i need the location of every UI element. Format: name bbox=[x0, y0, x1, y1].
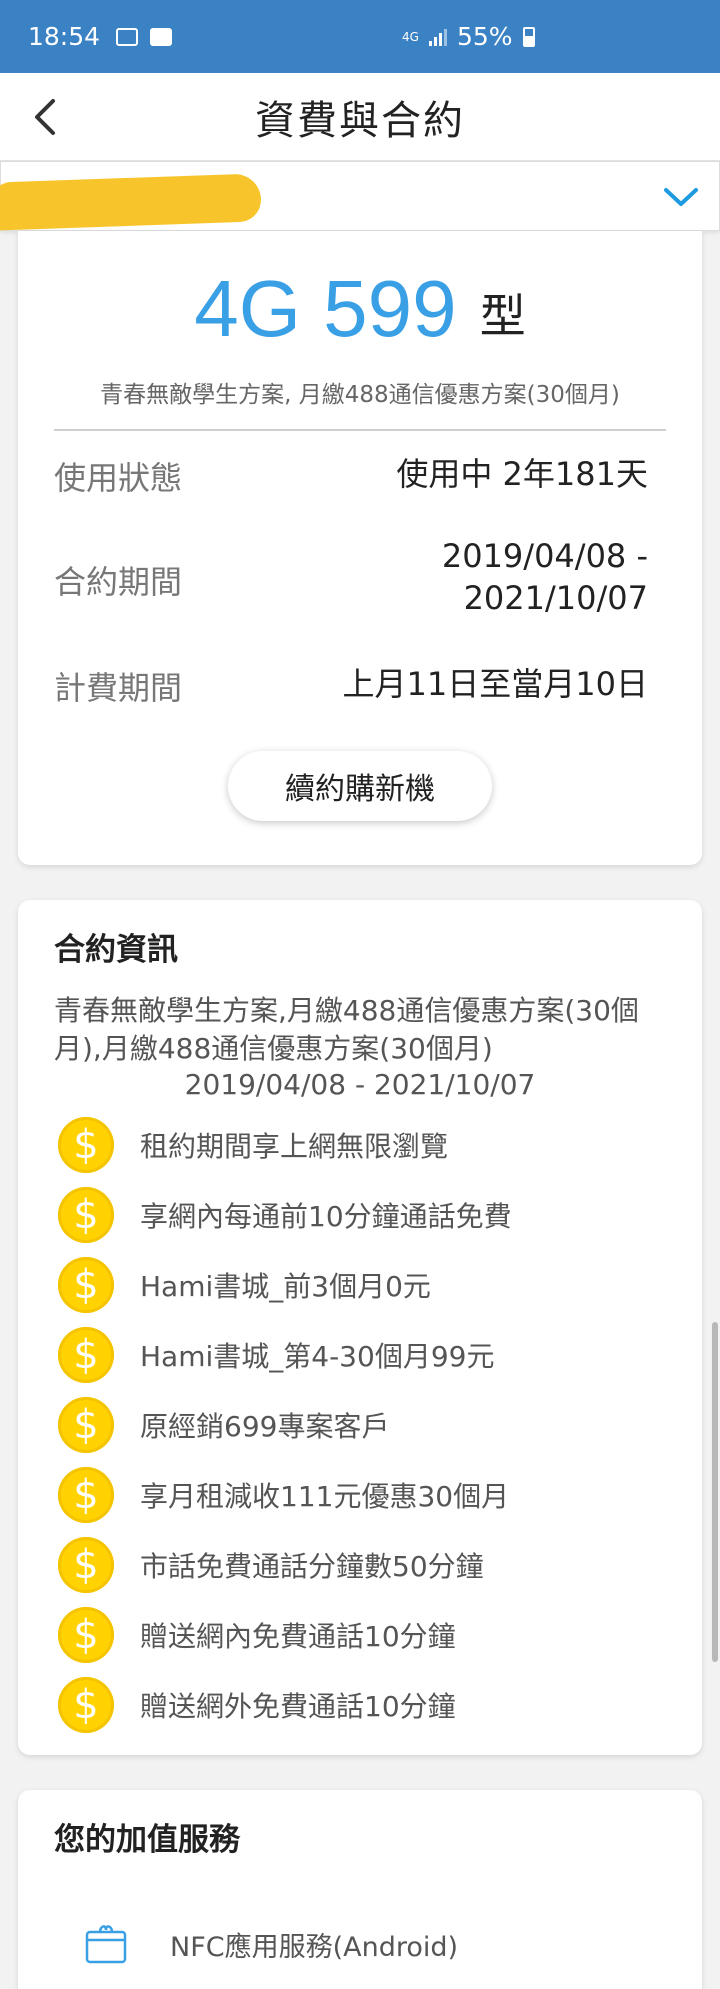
dollar-coin-icon: $ bbox=[58, 1117, 114, 1173]
app-header: 資費與合約 bbox=[0, 73, 720, 161]
benefit-text: 贈送網內免費通話10分鐘 bbox=[140, 1620, 456, 1653]
benefit-text: 市話免費通話分鐘數50分鐘 bbox=[140, 1550, 484, 1583]
benefit-text: 租約期間享上網無限瀏覽 bbox=[140, 1130, 449, 1163]
plan-description: 青春無敵學生方案, 月繳488通信優惠方案(30個月) bbox=[100, 382, 620, 408]
chat-icon bbox=[150, 27, 173, 46]
nfc-card-icon bbox=[85, 1925, 127, 1964]
benefit-item: $ 贈送網外免費通話10分鐘 bbox=[58, 1677, 456, 1733]
value-added-card: 您的加值服務 NFC應用服務(Android) bbox=[18, 1790, 702, 1989]
status-time: 18:54 bbox=[28, 22, 101, 51]
redacted-account-number bbox=[0, 173, 262, 231]
billing-period-value: 上月11日至當月10日 bbox=[342, 665, 648, 703]
benefit-item: $ Hami書城_第4-30個月99元 bbox=[58, 1327, 494, 1383]
divider bbox=[54, 429, 666, 431]
billing-period-label: 計費期間 bbox=[54, 669, 183, 707]
benefit-item: $ 租約期間享上網無限瀏覽 bbox=[58, 1117, 448, 1173]
status-right: 4G 55% bbox=[402, 22, 535, 51]
service-item-label: NFC應用服務(Android) bbox=[170, 1931, 459, 1963]
contract-title: 合約資訊 bbox=[54, 932, 178, 968]
battery-icon bbox=[522, 26, 535, 47]
benefit-text: 享月租減收111元優惠30個月 bbox=[140, 1480, 510, 1513]
benefit-text: 贈送網外免費通話10分鐘 bbox=[140, 1690, 456, 1723]
contract-card: 合約資訊 青春無敵學生方案,月繳488通信優惠方案(30個月),月繳488通信優… bbox=[18, 900, 702, 1755]
benefit-item: $ Hami書城_前3個月0元 bbox=[58, 1257, 431, 1313]
dollar-coin-icon: $ bbox=[58, 1537, 114, 1593]
usage-status-value: 使用中 2年181天 bbox=[396, 455, 648, 493]
service-item-nfc[interactable]: NFC應用服務(Android) bbox=[82, 1920, 458, 1968]
plan-name: 4G 599 bbox=[194, 264, 457, 353]
signal-icon bbox=[428, 28, 447, 46]
benefit-text: 原經銷699專案客戶 bbox=[140, 1410, 390, 1443]
plan-title: 4G 599 型 bbox=[18, 263, 702, 355]
contract-period-start: 2019/04/08 - bbox=[441, 537, 648, 575]
account-selector[interactable] bbox=[0, 161, 720, 231]
dollar-coin-icon: $ bbox=[58, 1187, 114, 1243]
contract-date-range: 2019/04/08 - 2021/10/07 bbox=[184, 1068, 536, 1101]
contract-period-label: 合約期間 bbox=[54, 563, 183, 601]
back-button[interactable] bbox=[18, 91, 70, 143]
scrollbar[interactable] bbox=[712, 1322, 718, 1662]
benefit-item: $ 原經銷699專案客戶 bbox=[58, 1397, 389, 1453]
benefit-item: $ 贈送網內免費通話10分鐘 bbox=[58, 1607, 456, 1663]
dollar-coin-icon: $ bbox=[58, 1257, 114, 1313]
contract-period-value: 2019/04/08 - 2021/10/07 bbox=[442, 535, 648, 619]
plan-card: 4G 599 型 青春無敵學生方案, 月繳488通信優惠方案(30個月) 使用狀… bbox=[18, 231, 702, 865]
battery-percent: 55% bbox=[456, 22, 513, 51]
benefit-text: 享網內每通前10分鐘通話免費 bbox=[140, 1200, 512, 1233]
status-bar: 18:54 4G 55% bbox=[0, 0, 720, 73]
benefit-item: $ 市話免費通話分鐘數50分鐘 bbox=[58, 1537, 484, 1593]
page-title: 資費與合約 bbox=[255, 97, 465, 144]
benefit-item: $ 享月租減收111元優惠30個月 bbox=[58, 1467, 509, 1523]
image-icon bbox=[116, 27, 139, 46]
benefit-text: Hami書城_前3個月0元 bbox=[140, 1270, 431, 1303]
dollar-coin-icon: $ bbox=[58, 1327, 114, 1383]
network-type: 4G bbox=[402, 29, 419, 44]
plan-suffix: 型 bbox=[479, 289, 526, 343]
renew-button[interactable]: 續約購新機 bbox=[228, 751, 492, 821]
usage-status-label: 使用狀態 bbox=[54, 459, 183, 497]
benefit-item: $ 享網內每通前10分鐘通話免費 bbox=[58, 1187, 512, 1243]
chevron-down-icon[interactable] bbox=[661, 182, 701, 212]
benefit-text: Hami書城_第4-30個月99元 bbox=[140, 1340, 495, 1373]
contract-period-end: 2021/10/07 bbox=[463, 579, 648, 617]
dollar-coin-icon: $ bbox=[58, 1677, 114, 1733]
value-added-title: 您的加值服務 bbox=[54, 1822, 240, 1858]
dollar-coin-icon: $ bbox=[58, 1607, 114, 1663]
dollar-coin-icon: $ bbox=[58, 1467, 114, 1523]
dollar-coin-icon: $ bbox=[58, 1397, 114, 1453]
contract-description: 青春無敵學生方案,月繳488通信優惠方案(30個月),月繳488通信優惠方案(3… bbox=[54, 994, 639, 1065]
chevron-left-icon bbox=[35, 99, 55, 135]
